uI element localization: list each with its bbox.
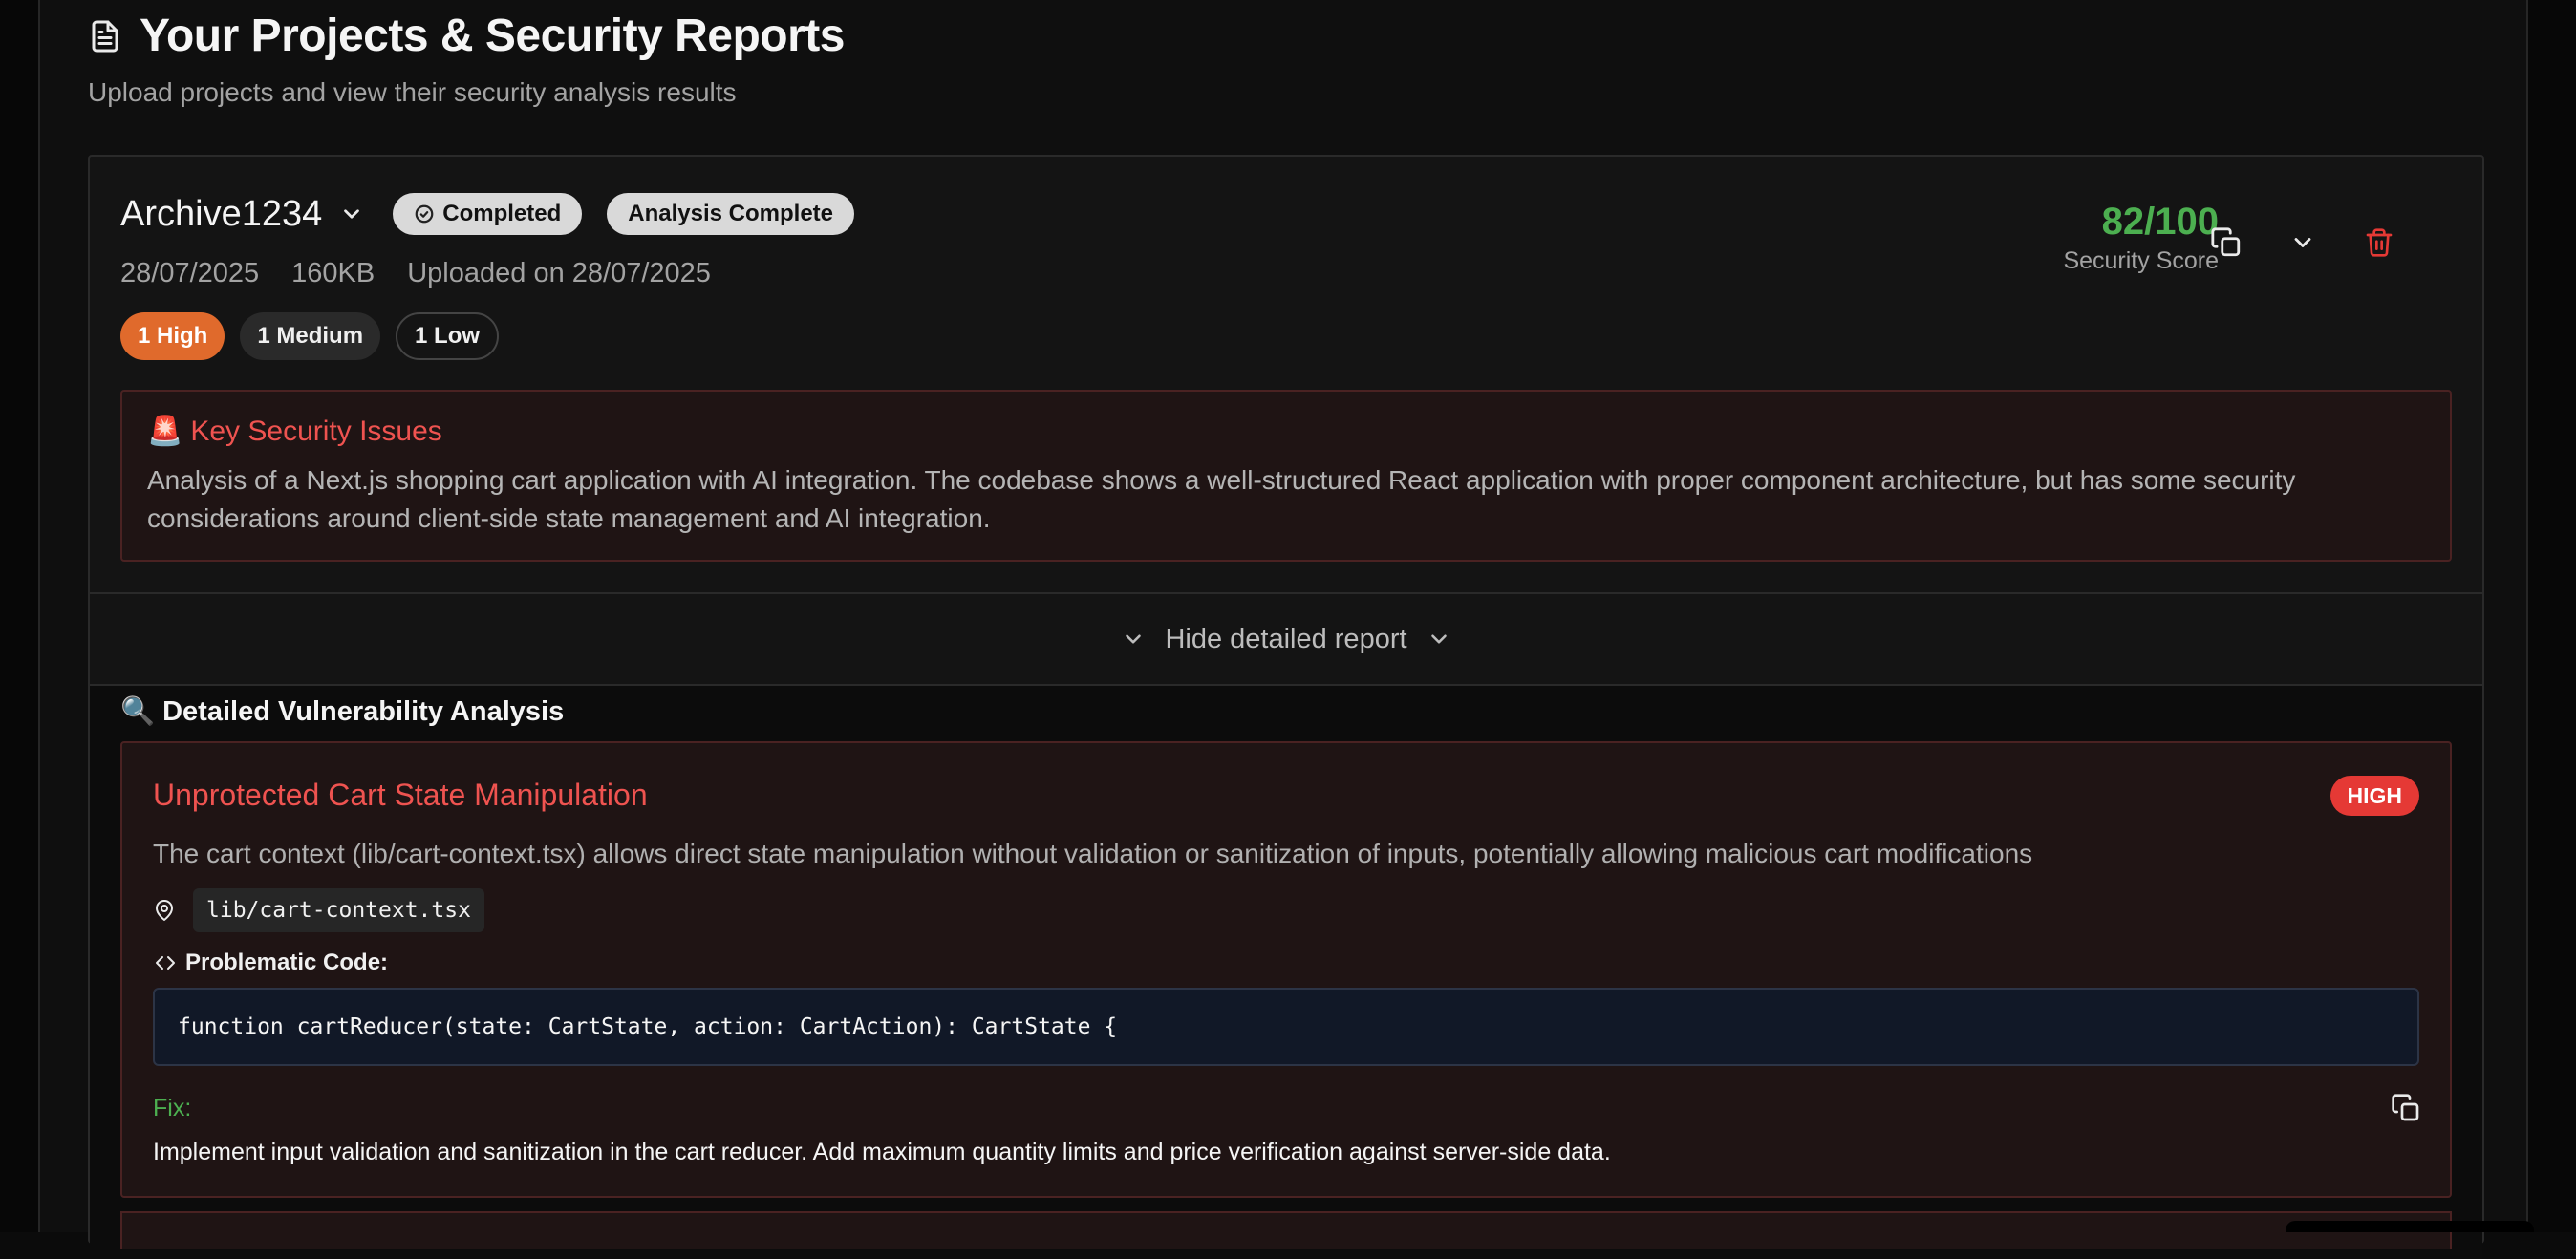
severity-counts: 1 High 1 Medium 1 Low bbox=[120, 312, 2452, 360]
security-score-label: Security Score bbox=[2063, 247, 2219, 274]
copy-button[interactable] bbox=[2205, 222, 2247, 264]
analysis-badge: Analysis Complete bbox=[607, 193, 854, 235]
project-size: 160KB bbox=[291, 258, 376, 288]
vulnerability-card: Unprotected Cart State Manipulation HIGH… bbox=[120, 741, 2452, 1198]
chevron-down-icon bbox=[1430, 634, 1447, 644]
severity-badge: HIGH bbox=[2329, 776, 2419, 816]
detailed-analysis-heading: 🔍 Detailed Vulnerability Analysis bbox=[120, 695, 564, 728]
trash-icon bbox=[2366, 228, 2393, 257]
vulnerability-title: Unprotected Cart State Manipulation bbox=[153, 778, 648, 812]
next-vulnerability-card bbox=[120, 1211, 2452, 1249]
project-card: Archive1234 Completed Analysis Complete … bbox=[88, 155, 2484, 1259]
code-icon bbox=[156, 956, 175, 970]
problematic-code-heading: Problematic Code: bbox=[153, 950, 388, 976]
page-title: Your Projects & Security Reports bbox=[140, 11, 845, 61]
chevron-down-icon bbox=[1126, 634, 1142, 644]
copy-icon bbox=[2211, 227, 2241, 257]
main-content: Your Projects & Security Reports Upload … bbox=[38, 0, 2528, 1259]
page-header: Your Projects & Security Reports Upload … bbox=[88, 10, 845, 108]
hide-report-label: Hide detailed report bbox=[1165, 623, 1407, 654]
medium-count-badge: 1 Medium bbox=[240, 312, 381, 360]
project-name: Archive1234 bbox=[120, 193, 323, 234]
title-row: Your Projects & Security Reports bbox=[88, 10, 845, 62]
code-snippet: function cartReducer(state: CartState, a… bbox=[153, 988, 2419, 1066]
security-score: 82/100 Security Score bbox=[2063, 201, 2219, 275]
delete-button[interactable] bbox=[2358, 222, 2400, 264]
low-count-badge: 1 Low bbox=[396, 312, 500, 360]
key-issues-title: Key Security Issues bbox=[190, 415, 442, 447]
detailed-analysis-title: Detailed Vulnerability Analysis bbox=[162, 695, 565, 727]
page-gutter-right bbox=[2528, 0, 2576, 1232]
page-subtitle: Upload projects and view their security … bbox=[88, 77, 737, 107]
key-issues-text: Analysis of a Next.js shopping cart appl… bbox=[147, 465, 2296, 533]
project-uploaded: Uploaded on 28/07/2025 bbox=[407, 258, 711, 288]
map-pin-icon bbox=[156, 900, 173, 921]
hide-report-toggle[interactable]: Hide detailed report bbox=[90, 592, 2482, 686]
copy-fix-button[interactable] bbox=[2387, 1089, 2425, 1127]
chevron-down-icon bbox=[2294, 238, 2311, 247]
project-date: 28/07/2025 bbox=[120, 258, 260, 288]
fix-text: Implement input validation and sanitizat… bbox=[153, 1139, 1611, 1165]
magnifier-icon: 🔍 bbox=[120, 696, 156, 727]
detailed-report: 🔍 Detailed Vulnerability Analysis Unprot… bbox=[90, 686, 2482, 1259]
copy-icon bbox=[2392, 1094, 2419, 1121]
key-issues-heading: 🚨 Key Security Issues bbox=[147, 415, 2425, 448]
vulnerability-description: The cart context (lib/cart-context.tsx) … bbox=[153, 839, 2033, 868]
check-circle-icon bbox=[415, 204, 434, 224]
document-icon bbox=[88, 17, 122, 55]
chevron-down-icon[interactable] bbox=[339, 202, 364, 226]
status-badge: Completed bbox=[393, 193, 583, 235]
key-issues-panel: 🚨 Key Security Issues Analysis of a Next… bbox=[120, 390, 2452, 562]
expand-button[interactable] bbox=[2282, 222, 2324, 264]
security-score-value: 82/100 bbox=[2101, 201, 2219, 243]
high-count-badge: 1 High bbox=[120, 312, 225, 360]
floating-panel-edge bbox=[2286, 1221, 2534, 1232]
page-gutter-left bbox=[0, 0, 38, 1232]
status-badge-label: Completed bbox=[442, 201, 562, 226]
file-path: lib/cart-context.tsx bbox=[193, 888, 484, 932]
problematic-code-label: Problematic Code: bbox=[185, 950, 389, 975]
fix-label: Fix: bbox=[153, 1095, 192, 1121]
siren-icon: 🚨 bbox=[147, 416, 183, 447]
vulnerability-location: lib/cart-context.tsx bbox=[153, 888, 484, 932]
